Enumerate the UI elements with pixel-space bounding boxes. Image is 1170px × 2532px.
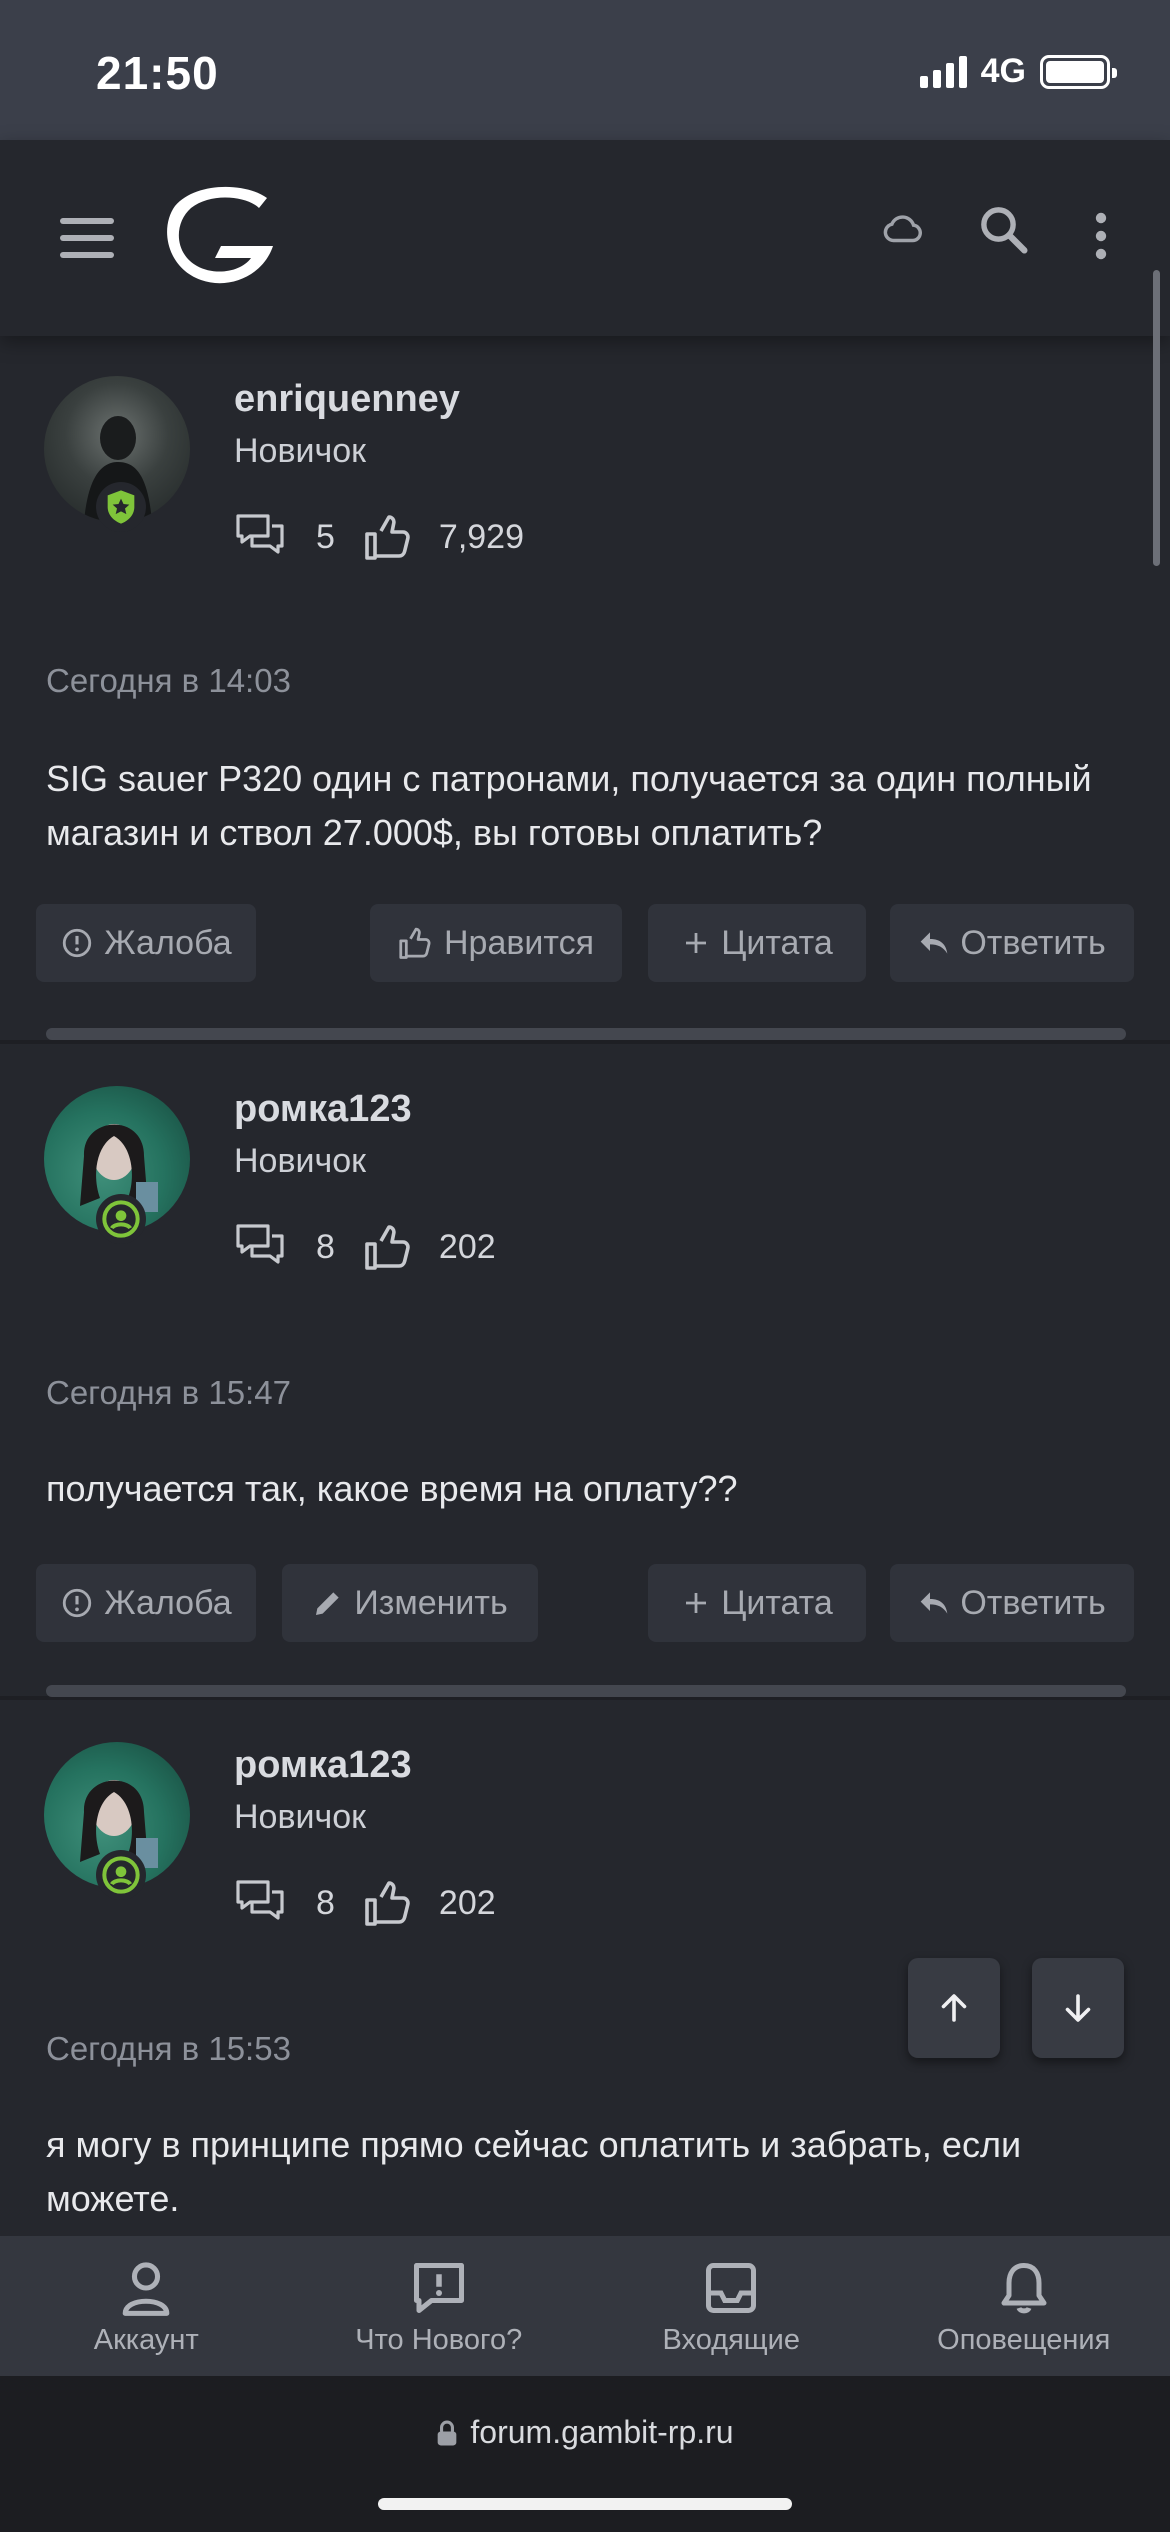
arrow-up-icon <box>941 1994 967 2022</box>
user-role: Новичок <box>234 432 367 470</box>
post-body: SIG sauer P320 один с патронами, получае… <box>46 758 1092 853</box>
tab-notifications[interactable]: Оповещения <box>878 2236 1170 2376</box>
tab-inbox[interactable]: Входящие <box>585 2236 878 2376</box>
messages-icon <box>236 514 284 554</box>
user-stats: 5 7,929 <box>234 512 552 562</box>
rank-badge-icon <box>96 1194 146 1244</box>
tab-account-label: Аккаунт <box>93 2324 199 2356</box>
pencil-icon <box>316 1592 339 1615</box>
messages-count: 8 <box>316 1883 335 1922</box>
lock-icon <box>438 2420 457 2445</box>
user-role: Новичок <box>234 1142 367 1180</box>
post-username[interactable]: ромка123 <box>234 1088 412 1131</box>
scroll-down-button[interactable] <box>1032 1958 1124 2058</box>
page-scrollbar[interactable] <box>1153 270 1160 566</box>
signal-icon <box>919 55 967 88</box>
plus-icon <box>686 933 707 953</box>
quote-button[interactable]: Цитата <box>648 1564 866 1642</box>
whats-new-icon <box>413 2263 464 2313</box>
forum-header <box>0 140 1170 336</box>
browser-address-bar: forum.gambit-rp.ru <box>0 2376 1170 2532</box>
post-divider <box>46 1685 1126 1697</box>
user-icon <box>122 2262 170 2316</box>
reply-icon <box>920 932 948 954</box>
user-stats: 8 202 <box>234 1878 524 1928</box>
post-body: получается так, какое время на оплату?? <box>46 1468 738 1509</box>
alert-circle-icon <box>63 1588 92 1618</box>
edit-button[interactable]: Изменить <box>282 1564 538 1642</box>
rank-badge-icon <box>96 1850 146 1900</box>
reply-icon <box>920 1592 948 1614</box>
post-body: я могу в принципе прямо сейчас оплатить … <box>46 2124 1022 2219</box>
bell-icon <box>1001 2263 1047 2314</box>
reply-label: Ответить <box>960 1583 1106 1622</box>
thumbs-up-icon <box>365 515 410 560</box>
network-type: 4G <box>980 52 1026 90</box>
url-field[interactable]: forum.gambit-rp.ru <box>0 2414 1170 2451</box>
arrow-down-icon <box>1065 1994 1091 2022</box>
thumbs-up-icon <box>399 927 431 959</box>
tab-whats-new[interactable]: Что Нового? <box>293 2236 586 2376</box>
tab-account[interactable]: Аккаунт <box>0 2236 293 2376</box>
user-stats: 8 202 <box>234 1222 524 1272</box>
plus-icon <box>686 1593 707 1613</box>
messages-count: 8 <box>316 1227 335 1266</box>
report-label: Жалоба <box>104 1583 232 1622</box>
post-timestamp[interactable]: Сегодня в 15:53 <box>46 2030 291 2068</box>
reply-label: Ответить <box>960 923 1106 962</box>
post-divider <box>46 1028 1126 1040</box>
likes-count: 202 <box>438 1227 496 1266</box>
quote-label: Цитата <box>721 923 833 962</box>
more-vertical-icon[interactable] <box>1088 212 1114 260</box>
tab-inbox-label: Входящие <box>662 2324 801 2356</box>
bottom-tab-bar: Аккаунт Что Нового? Входящие Оповещения <box>0 2236 1170 2376</box>
url-text: forum.gambit-rp.ru <box>470 2414 734 2450</box>
messages-icon <box>236 1224 284 1264</box>
report-label: Жалоба <box>104 923 232 962</box>
post-username[interactable]: ромка123 <box>234 1744 412 1787</box>
report-button[interactable]: Жалоба <box>36 1564 256 1642</box>
reply-button[interactable]: Ответить <box>890 904 1134 982</box>
hamburger-icon[interactable] <box>60 218 114 258</box>
quote-button[interactable]: Цитата <box>648 904 866 982</box>
post-timestamp[interactable]: Сегодня в 14:03 <box>46 662 291 700</box>
home-indicator[interactable] <box>378 2498 792 2510</box>
likes-count: 202 <box>438 1883 496 1922</box>
reply-button[interactable]: Ответить <box>890 1564 1134 1642</box>
thumbs-up-icon <box>365 1881 410 1926</box>
tab-notifications-label: Оповещения <box>937 2324 1111 2356</box>
gambit-logo[interactable] <box>155 176 285 296</box>
post-card: enriquenney Новичок 5 7,929 Сегодня в 14… <box>0 336 1170 1040</box>
tab-whats-new-label: Что Нового? <box>355 2324 523 2356</box>
battery-icon <box>1040 54 1117 89</box>
messages-count: 5 <box>316 517 335 556</box>
edit-label: Изменить <box>354 1583 508 1622</box>
thumbs-up-icon <box>365 1225 410 1270</box>
status-bar: 21:50 4G <box>0 0 1170 140</box>
likes-count: 7,929 <box>438 517 525 556</box>
like-button[interactable]: Нравится <box>370 904 622 982</box>
report-button[interactable]: Жалоба <box>36 904 256 982</box>
post-card: ромка123 Новичок 8 202 Сегодня в 15:47 п… <box>0 1044 1170 1696</box>
scroll-up-button[interactable] <box>908 1958 1000 2058</box>
cloud-icon[interactable] <box>880 206 926 252</box>
like-label: Нравится <box>443 923 595 962</box>
post-username[interactable]: enriquenney <box>234 378 460 421</box>
inbox-icon <box>706 2263 757 2313</box>
status-indicators: 4G <box>919 52 1117 91</box>
post-timestamp[interactable]: Сегодня в 15:47 <box>46 1374 291 1412</box>
alert-circle-icon <box>63 928 92 958</box>
messages-icon <box>236 1880 284 1920</box>
search-icon[interactable] <box>976 202 1030 256</box>
user-role: Новичок <box>234 1798 367 1836</box>
status-time: 21:50 <box>96 47 219 99</box>
rank-badge-icon <box>96 482 146 532</box>
quote-label: Цитата <box>721 1583 833 1622</box>
